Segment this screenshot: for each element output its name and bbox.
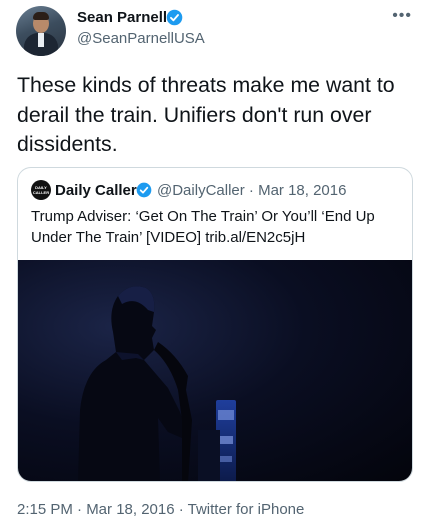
avatar-hair [33,12,49,20]
quoted-author-avatar[interactable]: DAILY CALLER [31,180,51,200]
more-options-icon[interactable]: ••• [392,8,412,24]
tweet-text: These kinds of threats make me want to d… [17,73,395,156]
quoted-tweet-card[interactable]: DAILY CALLER Daily Caller @DailyCaller ·… [17,167,413,482]
quoted-tweet-meta[interactable]: @DailyCaller · Mar 18, 2016 [157,182,346,199]
quoted-tweet-text: Trump Adviser: ‘Get On The Train’ Or You… [31,208,375,246]
author-name[interactable]: Sean Parnell [77,9,167,26]
quoted-tweet-image[interactable] [18,260,412,481]
author-handle[interactable]: @SeanParnellUSA [77,30,205,47]
author-avatar[interactable] [16,6,66,56]
verified-badge-icon [166,9,183,26]
quoted-author-name[interactable]: Daily Caller [55,182,137,199]
tweet-timestamp[interactable]: 2:15 PM · Mar 18, 2016 · Twitter for iPh… [17,501,304,518]
speaker-silhouette [78,286,236,481]
quoted-verified-badge-icon [136,182,152,198]
avatar-shirt [38,33,44,47]
